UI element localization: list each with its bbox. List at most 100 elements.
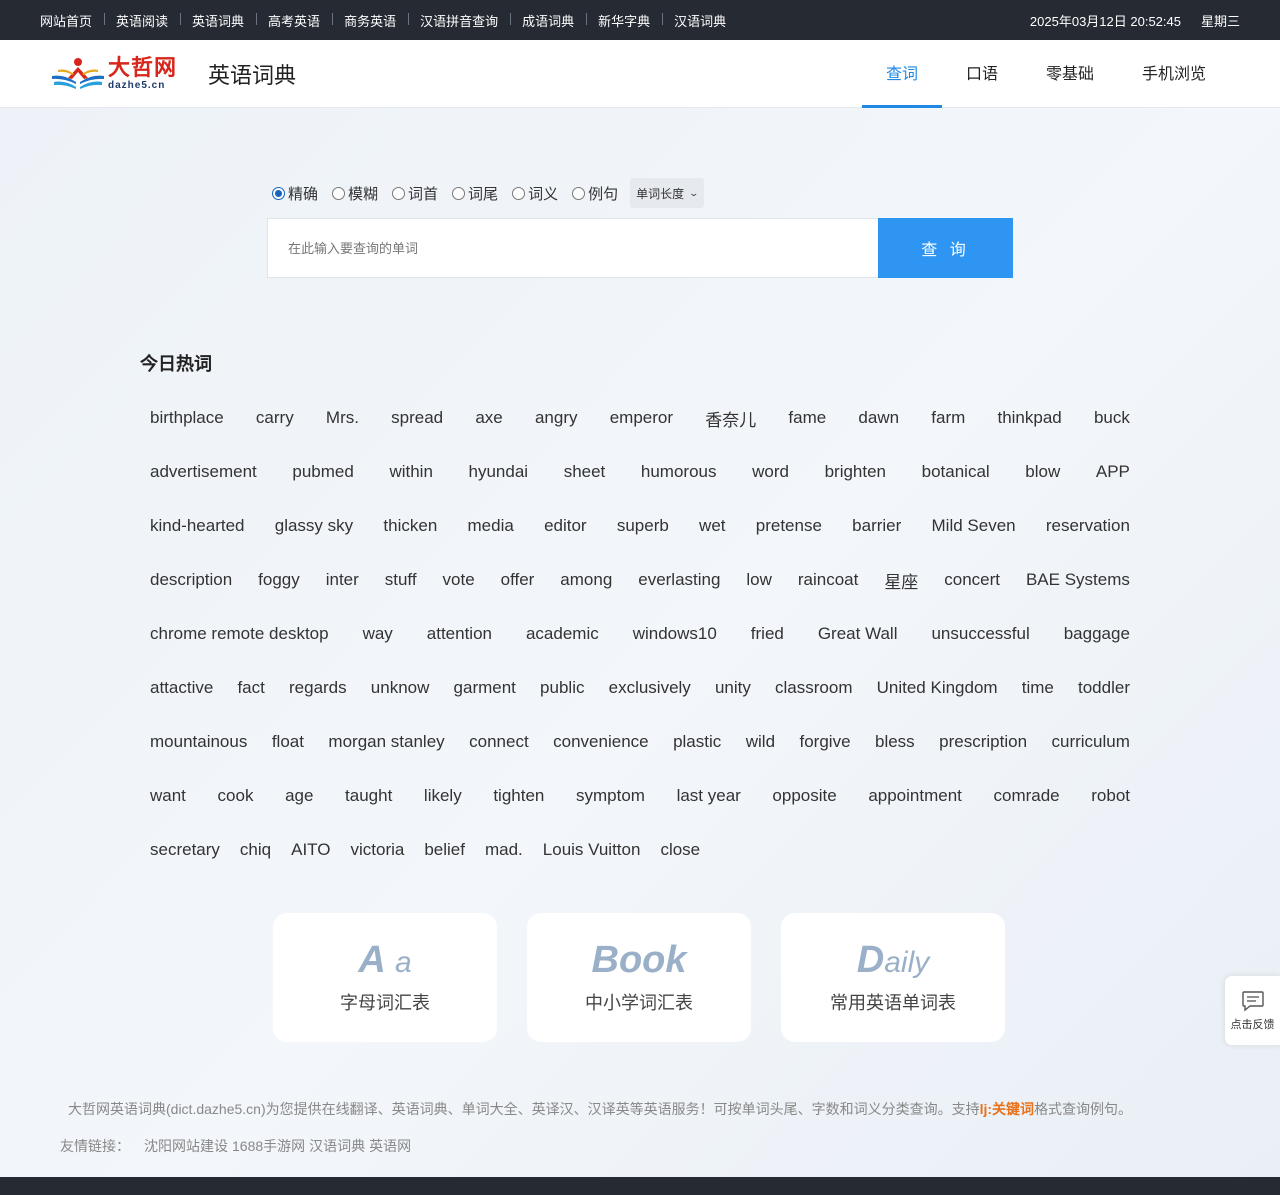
hot-word-link[interactable]: age — [285, 786, 313, 806]
hot-word-link[interactable]: taught — [345, 786, 392, 806]
hot-word-link[interactable]: APP — [1096, 462, 1130, 482]
hot-word-link[interactable]: forgive — [800, 732, 851, 752]
hot-word-link[interactable]: wet — [699, 516, 725, 536]
hot-word-link[interactable]: chrome remote desktop — [150, 624, 329, 644]
hot-word-link[interactable]: blow — [1025, 462, 1060, 482]
hot-word-link[interactable]: exclusively — [609, 678, 691, 698]
hot-word-link[interactable]: belief — [424, 840, 465, 860]
top-link-english-dictionary[interactable]: 英语词典 — [180, 11, 256, 30]
hot-word-link[interactable]: Great Wall — [818, 624, 898, 644]
search-input[interactable] — [267, 218, 878, 278]
hot-word-link[interactable]: inter — [326, 570, 359, 590]
hot-word-link[interactable]: botanical — [922, 462, 990, 482]
hot-word-link[interactable]: time — [1022, 678, 1054, 698]
friend-link[interactable]: 汉语词典 — [309, 1136, 365, 1156]
hot-word-link[interactable]: reservation — [1046, 516, 1130, 536]
top-link-pinyin[interactable]: 汉语拼音查询 — [408, 11, 510, 30]
hot-word-link[interactable]: prescription — [939, 732, 1027, 752]
hot-word-link[interactable]: vote — [443, 570, 475, 590]
hot-word-link[interactable]: kind-hearted — [150, 516, 245, 536]
hot-word-link[interactable]: sheet — [564, 462, 606, 482]
mode-example[interactable]: 例句 — [572, 183, 618, 204]
hot-word-link[interactable]: public — [540, 678, 584, 698]
hot-word-link[interactable]: morgan stanley — [328, 732, 444, 752]
hot-word-link[interactable]: classroom — [775, 678, 852, 698]
card-school[interactable]: Book 中小学词汇表 — [527, 913, 751, 1042]
hot-word-link[interactable]: garment — [454, 678, 516, 698]
word-length-select[interactable]: 单词长度 ⌄ — [630, 178, 704, 208]
hot-word-link[interactable]: regards — [289, 678, 347, 698]
hot-word-link[interactable]: baggage — [1064, 624, 1130, 644]
hot-word-link[interactable]: description — [150, 570, 232, 590]
hot-word-link[interactable]: concert — [944, 570, 1000, 590]
nav-lookup[interactable]: 查词 — [861, 40, 942, 108]
hot-word-link[interactable]: attention — [427, 624, 492, 644]
hot-word-link[interactable]: windows10 — [633, 624, 717, 644]
hot-word-link[interactable]: Mild Seven — [932, 516, 1016, 536]
hot-word-link[interactable]: academic — [526, 624, 599, 644]
hot-word-link[interactable]: last year — [677, 786, 741, 806]
hot-word-link[interactable]: float — [272, 732, 304, 752]
hot-word-link[interactable]: comrade — [994, 786, 1060, 806]
top-link-xinhua-dictionary[interactable]: 新华字典 — [586, 11, 662, 30]
mode-meaning[interactable]: 词义 — [512, 183, 558, 204]
hot-word-link[interactable]: offer — [501, 570, 535, 590]
top-link-business-english[interactable]: 商务英语 — [332, 11, 408, 30]
hot-word-link[interactable]: 香奈儿 — [705, 406, 756, 431]
friend-link[interactable]: 沈阳网站建设 — [144, 1136, 228, 1156]
hot-word-link[interactable]: everlasting — [638, 570, 720, 590]
radio-icon[interactable] — [572, 186, 586, 200]
hot-word-link[interactable]: thinkpad — [997, 408, 1061, 428]
hot-word-link[interactable]: curriculum — [1052, 732, 1130, 752]
mode-exact[interactable]: 精确 — [272, 183, 318, 204]
hot-word-link[interactable]: superb — [617, 516, 669, 536]
hot-word-link[interactable]: appointment — [868, 786, 962, 806]
hot-word-link[interactable]: robot — [1091, 786, 1130, 806]
radio-icon[interactable] — [512, 186, 526, 200]
hot-word-link[interactable]: secretary — [150, 840, 220, 860]
top-link-english-reading[interactable]: 英语阅读 — [104, 11, 180, 30]
hot-word-link[interactable]: AITO — [291, 840, 330, 860]
hot-word-link[interactable]: media — [468, 516, 514, 536]
hot-word-link[interactable]: humorous — [641, 462, 717, 482]
hot-word-link[interactable]: likely — [424, 786, 462, 806]
hot-word-link[interactable]: toddler — [1078, 678, 1130, 698]
hot-word-link[interactable]: fame — [788, 408, 826, 428]
hot-word-link[interactable]: fried — [751, 624, 784, 644]
hot-word-link[interactable]: glassy sky — [275, 516, 353, 536]
hot-word-link[interactable]: tighten — [493, 786, 544, 806]
hot-word-link[interactable]: foggy — [258, 570, 300, 590]
hot-word-link[interactable]: mountainous — [150, 732, 247, 752]
hot-word-link[interactable]: birthplace — [150, 408, 224, 428]
mode-fuzzy[interactable]: 模糊 — [332, 183, 378, 204]
hot-word-link[interactable]: BAE Systems — [1026, 570, 1130, 590]
mode-suffix[interactable]: 词尾 — [452, 183, 498, 204]
hot-word-link[interactable]: dawn — [858, 408, 899, 428]
hot-word-link[interactable]: 星座 — [884, 568, 918, 593]
hot-word-link[interactable]: editor — [544, 516, 587, 536]
hot-word-link[interactable]: connect — [469, 732, 529, 752]
radio-icon[interactable] — [332, 186, 346, 200]
hot-word-link[interactable]: want — [150, 786, 186, 806]
hot-word-link[interactable]: among — [560, 570, 612, 590]
hot-word-link[interactable]: hyundai — [469, 462, 529, 482]
hot-word-link[interactable]: close — [660, 840, 700, 860]
hot-word-link[interactable]: farm — [931, 408, 965, 428]
hot-word-link[interactable]: advertisement — [150, 462, 257, 482]
logo[interactable]: 大哲网 dazhe5.cn — [50, 54, 180, 94]
hot-word-link[interactable]: brighten — [825, 462, 886, 482]
friend-link[interactable]: 英语网 — [369, 1136, 411, 1156]
hot-word-link[interactable]: low — [746, 570, 772, 590]
friend-link[interactable]: 1688手游网 — [232, 1136, 305, 1156]
hot-word-link[interactable]: unsuccessful — [931, 624, 1029, 644]
hot-word-link[interactable]: angry — [535, 408, 578, 428]
top-link-chinese-dictionary[interactable]: 汉语词典 — [662, 11, 738, 30]
hot-word-link[interactable]: attactive — [150, 678, 213, 698]
card-daily[interactable]: Daily 常用英语单词表 — [781, 913, 1005, 1042]
hot-word-link[interactable]: convenience — [553, 732, 648, 752]
hot-word-link[interactable]: emperor — [610, 408, 673, 428]
hot-word-link[interactable]: Louis Vuitton — [543, 840, 641, 860]
hot-word-link[interactable]: raincoat — [798, 570, 858, 590]
hot-word-link[interactable]: word — [752, 462, 789, 482]
nav-beginner[interactable]: 零基础 — [1022, 40, 1118, 108]
